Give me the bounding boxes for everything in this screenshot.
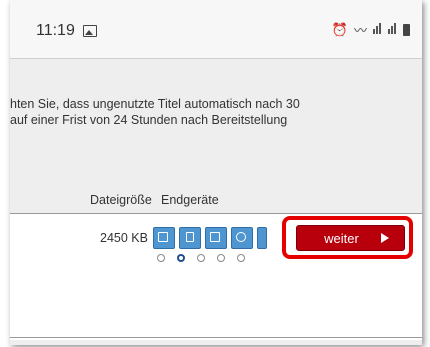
device-radio-tablet[interactable] <box>177 254 185 262</box>
device-radio-group <box>157 254 245 262</box>
device-radio-laptop[interactable] <box>157 254 165 262</box>
battery-icon <box>403 23 410 36</box>
file-size-value: 2450 KB <box>100 231 148 245</box>
notice-line: auf einer Frist von 24 Stunden nach Bere… <box>10 113 288 127</box>
column-header-file-size: Dateigröße <box>90 193 152 207</box>
device-radio-other[interactable] <box>237 254 245 262</box>
signal-icon <box>373 22 382 37</box>
signal-icon <box>388 22 397 37</box>
phone-icon[interactable] <box>205 227 227 249</box>
wifi-icon: 〰 <box>353 23 367 38</box>
play-icon <box>381 233 389 243</box>
gallery-icon <box>83 25 97 37</box>
alarm-icon: ⏰ <box>331 21 348 37</box>
next-button-label: weiter <box>324 230 359 246</box>
divider <box>10 58 422 59</box>
divider <box>10 337 422 338</box>
next-button[interactable]: weiter <box>296 225 405 251</box>
laptop-icon[interactable] <box>153 227 175 249</box>
column-header-devices: Endgeräte <box>161 193 219 207</box>
status-bar: 11:19 ⏰ 〰 <box>10 0 422 58</box>
notice-text: hten Sie, dass ungenutzte Titel automati… <box>10 96 300 128</box>
status-time: 11:19 <box>36 22 75 39</box>
globe-icon[interactable] <box>231 227 253 249</box>
device-radio-phone[interactable] <box>197 254 205 262</box>
notice-line: hten Sie, dass ungenutzte Titel automati… <box>10 97 300 111</box>
device-icon[interactable] <box>257 227 267 249</box>
tablet-icon[interactable] <box>179 227 201 249</box>
status-icons: ⏰ 〰 <box>332 20 410 39</box>
device-icons <box>153 227 267 249</box>
phone-screen: 11:19 ⏰ 〰 hten Sie, dass ungenutzte Tite… <box>10 0 422 345</box>
device-radio-globe[interactable] <box>217 254 225 262</box>
